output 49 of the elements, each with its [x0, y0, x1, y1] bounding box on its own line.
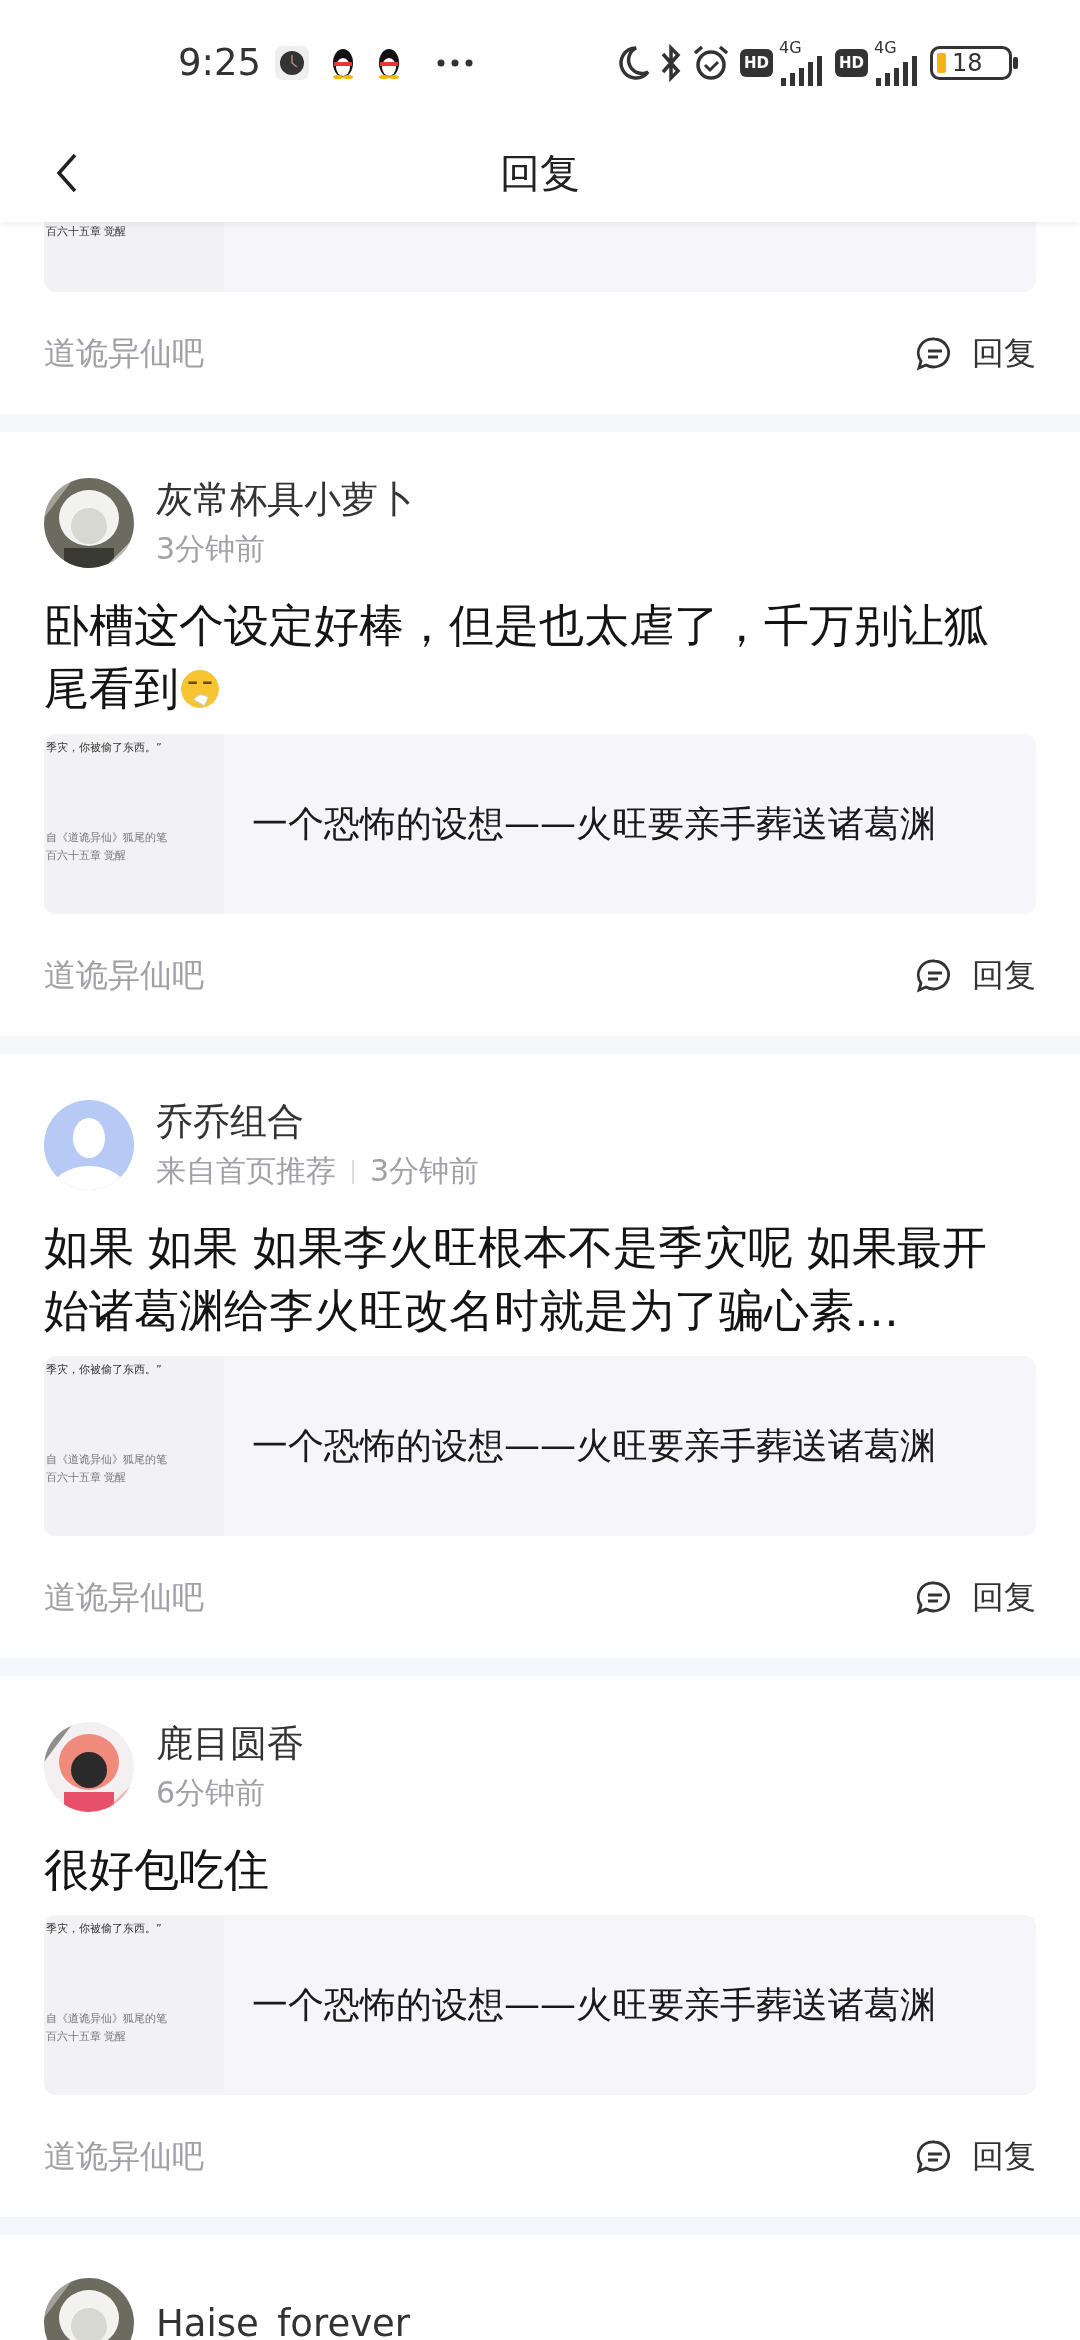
thumbnail-text: 百六十五章 觉醒 [46, 848, 127, 863]
battery-icon [930, 45, 1020, 80]
battery-level: 18 [952, 50, 983, 75]
hd-badge: HD [739, 48, 773, 77]
quoted-post-card[interactable]: 百六十五章 觉醒 [44, 222, 1036, 292]
hd-badge: HD [835, 48, 868, 77]
post-time: 3分钟前 [370, 1152, 480, 1190]
reply-button[interactable]: 回复 [916, 332, 1036, 376]
thumbnail-text: 自《道诡异仙》狐尾的笔 [46, 1452, 167, 1467]
author-name[interactable]: 灰常杯具小萝卜 [156, 475, 415, 525]
penguin-icon [377, 46, 402, 79]
thumbnail-text: 百六十五章 觉醒 [46, 224, 127, 239]
back-icon[interactable] [56, 153, 78, 193]
clock-app-icon [275, 45, 310, 80]
author-name[interactable]: Haise_forever [156, 2301, 410, 2340]
post-source: 来自首页推荐 [156, 1152, 336, 1190]
thumbnail-text: 自《道诡异仙》狐尾的笔 [46, 830, 167, 845]
penguin-icon [331, 46, 356, 79]
thumbnail-text: 季灾，你被偷了东西。” [46, 1362, 162, 1377]
comment-text: 很好包吃住 [44, 1842, 270, 1898]
quoted-post-card[interactable]: 季灾，你被偷了东西。” 自《道诡异仙》狐尾的笔 百六十五章 觉醒 一个恐怖的设想——火旺要亲手葬送诸葛渊 [44, 1356, 1036, 1536]
reply-button[interactable]: 回复 [916, 2135, 1036, 2179]
comment-text: 卧槽这个设定好棒，但是也太虐了，千万别让狐尾看到 [44, 598, 990, 717]
thumbnail-text: 季灾，你被偷了东西。” [46, 1921, 162, 1936]
quoted-post-card[interactable]: 季灾，你被偷了东西。” 自《道诡异仙》狐尾的笔 百六十五章 觉醒 一个恐怖的设想——火旺要亲手葬送诸葛渊 [44, 1915, 1036, 2095]
post-time: 3分钟前 [156, 530, 266, 568]
quoted-post-card[interactable]: 季灾，你被偷了东西。” 自《道诡异仙》狐尾的笔 百六十五章 觉醒 一个恐怖的设想——火旺要亲手葬送诸葛渊 [44, 734, 1036, 914]
signal-icon [874, 55, 920, 86]
more-dots-icon [437, 58, 474, 67]
reply-button[interactable]: 回复 [916, 1576, 1036, 1620]
quoted-post-title: 一个恐怖的设想——火旺要亲手葬送诸葛渊 [252, 1423, 936, 1468]
post-time: 6分钟前 [156, 1774, 266, 1812]
comment-text: 如果 如果 如果李火旺根本不是季灾呢 如果最开始诸葛渊给李火旺改名时就是为了骗心素… [44, 1220, 988, 1339]
thumbnail-text: 百六十五章 觉醒 [46, 1470, 127, 1485]
alarm-icon [691, 43, 730, 82]
signal-icon [779, 55, 825, 86]
bluetooth-icon [659, 43, 682, 82]
thumbnail-text: 季灾，你被偷了东西。” [46, 740, 162, 755]
author-name[interactable]: 乔乔组合 [156, 1097, 480, 1147]
quoted-post-title: 一个恐怖的设想——火旺要亲手葬送诸葛渊 [252, 1982, 936, 2027]
thumbnail-text: 自《道诡异仙》狐尾的笔 [46, 2011, 167, 2026]
quoted-post-title: 一个恐怖的设想——火旺要亲手葬送诸葛渊 [252, 801, 936, 846]
page-title: 回复 [500, 149, 580, 198]
network-label: 4G [874, 39, 897, 56]
reply-button[interactable]: 回复 [916, 954, 1036, 998]
status-time: 9:25 [178, 41, 262, 84]
network-label: 4G [779, 39, 802, 56]
thumbnail-text: 百六十五章 觉醒 [46, 2029, 127, 2044]
author-name[interactable]: 鹿目圆香 [156, 1719, 304, 1769]
